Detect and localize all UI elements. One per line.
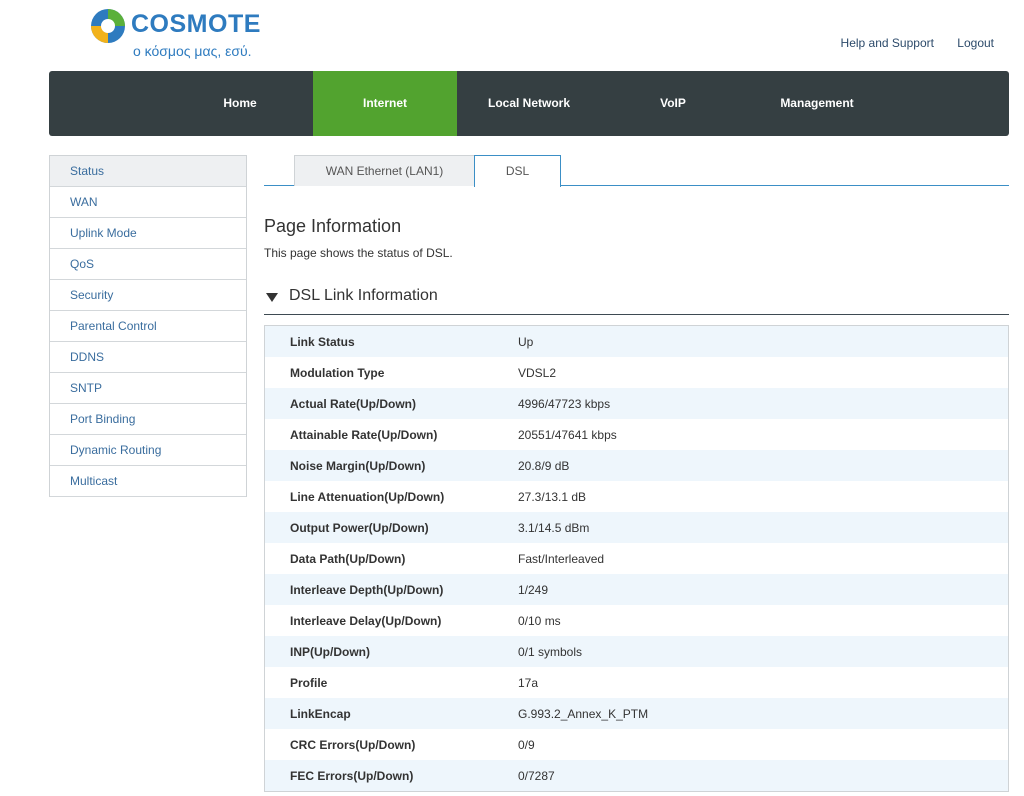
dsl-info-table: Link Status Up Modulation Type VDSL2 Act… [264,325,1009,792]
table-row: LinkEncap G.993.2_Annex_K_PTM [265,698,1008,729]
collapse-caret-icon[interactable] [266,293,278,302]
row-value: 0/1 symbols [518,644,583,659]
row-value: Fast/Interleaved [518,551,605,566]
table-row: Profile 17a [265,667,1008,698]
sidebar-item-status[interactable]: Status [50,156,246,187]
sidebar-item-port-binding[interactable]: Port Binding [50,404,246,435]
row-value: 27.3/13.1 dB [518,489,587,504]
row-value: 3.1/14.5 dBm [518,520,590,535]
table-row: Link Status Up [265,326,1008,357]
row-value: 0/10 ms [518,613,561,628]
nav-item-home[interactable]: Home [168,71,312,136]
row-label: INP(Up/Down) [290,644,370,659]
table-row: Line Attenuation(Up/Down) 27.3/13.1 dB [265,481,1008,512]
nav-item-local-network[interactable]: Local Network [457,71,601,136]
page-title: Page Information [264,216,402,236]
page-description: This page shows the status of DSL. [264,246,453,260]
table-row: Data Path(Up/Down) Fast/Interleaved [265,543,1008,574]
row-value: 4996/47723 kbps [518,396,611,411]
row-label: Interleave Depth(Up/Down) [290,582,444,597]
row-label: Link Status [290,334,355,349]
nav-item-voip[interactable]: VoIP [601,71,745,136]
sidebar-item-wan[interactable]: WAN [50,187,246,218]
cosmote-logo-icon [91,9,125,43]
row-value: 17a [518,675,539,690]
row-value: 20551/47641 kbps [518,427,617,442]
main-navigation: Home Internet Local Network VoIP Managem… [49,71,1009,136]
row-label: Modulation Type [290,365,385,380]
row-label: Interleave Delay(Up/Down) [290,613,442,628]
row-label: Data Path(Up/Down) [290,551,406,566]
row-value: 0/7287 [518,768,555,783]
sidebar-item-dynamic-routing[interactable]: Dynamic Routing [50,435,246,466]
tab-dsl[interactable]: DSL [474,155,561,187]
row-value: VDSL2 [518,365,557,380]
top-links: Help and Support Logout [821,36,994,50]
row-label: Noise Margin(Up/Down) [290,458,426,473]
sidebar-item-uplink-mode[interactable]: Uplink Mode [50,218,246,249]
section-title: DSL Link Information [289,287,438,304]
table-row: INP(Up/Down) 0/1 symbols [265,636,1008,667]
sidebar-item-security[interactable]: Security [50,280,246,311]
row-label: LinkEncap [290,706,351,721]
table-row: Interleave Depth(Up/Down) 1/249 [265,574,1008,605]
sidebar-item-multicast[interactable]: Multicast [50,466,246,497]
table-row: CRC Errors(Up/Down) 0/9 [265,729,1008,760]
row-label: Profile [290,675,328,690]
row-label: Output Power(Up/Down) [290,520,429,535]
logout-link[interactable]: Logout [957,36,994,50]
row-value: G.993.2_Annex_K_PTM [518,706,649,721]
cosmote-logo: COSMOTE ο κόσμος μας, εσύ. [90,7,260,63]
table-row: Noise Margin(Up/Down) 20.8/9 dB [265,450,1008,481]
row-value: 0/9 [518,737,535,752]
sidebar-item-parental-control[interactable]: Parental Control [50,311,246,342]
table-row: Attainable Rate(Up/Down) 20551/47641 kbp… [265,419,1008,450]
sidebar-item-qos[interactable]: QoS [50,249,246,280]
row-label: Attainable Rate(Up/Down) [290,427,438,442]
row-value: 20.8/9 dB [518,458,570,473]
tab-wan-ethernet[interactable]: WAN Ethernet (LAN1) [294,155,475,186]
row-value: 1/249 [518,582,549,597]
row-value: Up [518,334,534,349]
nav-item-internet[interactable]: Internet [313,71,457,136]
dsl-link-section-header[interactable]: DSL Link Information [264,287,1009,315]
table-row: Actual Rate(Up/Down) 4996/47723 kbps [265,388,1008,419]
table-row: Modulation Type VDSL2 [265,357,1008,388]
table-row: Interleave Delay(Up/Down) 0/10 ms [265,605,1008,636]
sidebar-item-sntp[interactable]: SNTP [50,373,246,404]
row-label: CRC Errors(Up/Down) [290,737,416,752]
row-label: FEC Errors(Up/Down) [290,768,414,783]
sidebar-item-ddns[interactable]: DDNS [50,342,246,373]
brand-tagline: ο κόσμος μας, εσύ. [133,43,252,59]
nav-item-management[interactable]: Management [745,71,889,136]
table-row: Output Power(Up/Down) 3.1/14.5 dBm [265,512,1008,543]
help-and-support-link[interactable]: Help and Support [841,36,934,50]
table-row: FEC Errors(Up/Down) 0/7287 [265,760,1008,791]
row-label: Line Attenuation(Up/Down) [290,489,445,504]
row-label: Actual Rate(Up/Down) [290,396,416,411]
brand-name: COSMOTE [131,10,261,38]
sidebar-menu: Status WAN Uplink Mode QoS Security Pare… [49,155,247,497]
